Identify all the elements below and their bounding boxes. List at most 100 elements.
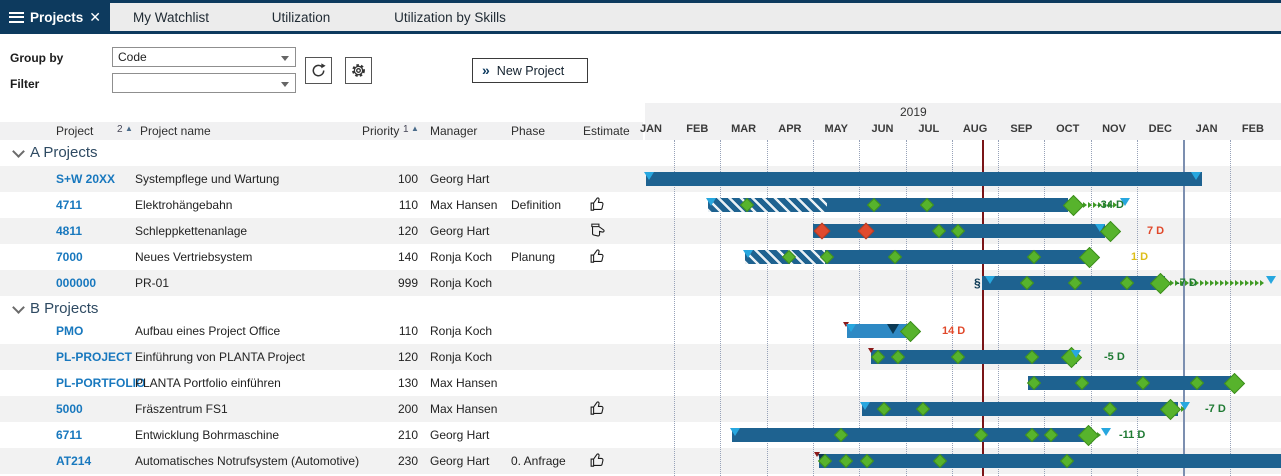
group-label[interactable]: B Projects xyxy=(30,300,98,317)
milestone-diamond-green[interactable] xyxy=(1027,250,1041,264)
milestone-diamond-green[interactable] xyxy=(1068,276,1082,290)
milestone-diamond-green[interactable] xyxy=(1060,454,1074,468)
date-marker-triangle xyxy=(860,402,870,410)
milestone-diamond-green[interactable] xyxy=(820,250,834,264)
tab-utilization[interactable]: Utilization xyxy=(248,3,354,31)
milestone-diamond-green[interactable] xyxy=(920,198,934,212)
milestone-diamond-green[interactable] xyxy=(899,320,920,341)
gantt-bar[interactable] xyxy=(862,402,1178,416)
project-code-link[interactable]: 4811 xyxy=(56,224,82,238)
project-code-link[interactable]: AT214 xyxy=(56,454,91,468)
milestone-diamond-green[interactable] xyxy=(1027,376,1041,390)
project-code-link[interactable]: PL-PORTFOLIO xyxy=(56,376,145,390)
menu-icon[interactable] xyxy=(9,12,24,23)
milestone-diamond-green[interactable] xyxy=(839,454,853,468)
milestone-diamond-green[interactable] xyxy=(1062,194,1083,215)
project-code-link[interactable]: PL-PROJECT xyxy=(56,350,132,364)
milestone-diamond-red[interactable] xyxy=(814,223,831,240)
thumbs-up-icon[interactable] xyxy=(589,400,606,422)
project-code-link[interactable]: 4711 xyxy=(56,198,82,212)
milestone-diamond-green[interactable] xyxy=(932,224,946,238)
milestone-diamond-green[interactable] xyxy=(1223,372,1244,393)
milestone-diamond-green[interactable] xyxy=(951,224,965,238)
thumbs-up-icon[interactable] xyxy=(589,452,606,474)
thumbs-up-icon[interactable] xyxy=(589,196,606,218)
col-estimate[interactable]: Estimate xyxy=(583,124,630,138)
milestone-diamond-green[interactable] xyxy=(834,428,848,442)
gantt-bar[interactable] xyxy=(871,350,1077,364)
col-project-name[interactable]: Project name xyxy=(140,124,211,138)
project-code-link[interactable]: 6711 xyxy=(56,428,82,442)
milestone-diamond-green[interactable] xyxy=(1075,376,1089,390)
date-marker-triangle xyxy=(1266,276,1276,284)
milestone-diamond-green[interactable] xyxy=(1159,398,1180,419)
col-manager[interactable]: Manager xyxy=(430,124,477,138)
tab-my-watchlist[interactable]: My Watchlist xyxy=(118,3,224,31)
tab-projects[interactable]: Projects ✕ xyxy=(0,0,110,34)
project-code-link[interactable]: 5000 xyxy=(56,402,83,416)
milestone-diamond-green[interactable] xyxy=(1025,428,1039,442)
col-project[interactable]: Project xyxy=(56,124,93,138)
thumbs-up-icon[interactable] xyxy=(589,248,606,270)
group-by-select[interactable]: Code xyxy=(112,47,296,67)
gantt-bar[interactable] xyxy=(982,276,1165,290)
milestone-diamond-green[interactable] xyxy=(871,350,885,364)
milestone-diamond-green[interactable] xyxy=(818,454,832,468)
col-priority[interactable]: Priority xyxy=(362,124,399,138)
project-code-link[interactable]: 000000 xyxy=(56,276,96,290)
project-code-link[interactable]: 7000 xyxy=(56,250,83,264)
milestone-diamond-green[interactable] xyxy=(1077,424,1098,445)
gantt-bar[interactable] xyxy=(745,250,1092,264)
manager-name: Georg Hart xyxy=(430,172,489,186)
milestone-diamond-green[interactable] xyxy=(891,350,905,364)
milestone-diamond-red[interactable] xyxy=(858,223,875,240)
milestone-diamond-green[interactable] xyxy=(1136,376,1150,390)
milestone-diamond-green[interactable] xyxy=(951,350,965,364)
refresh-button[interactable] xyxy=(305,57,332,84)
milestone-diamond-green[interactable] xyxy=(860,454,874,468)
milestone-diamond-green[interactable] xyxy=(916,402,930,416)
milestone-diamond-green[interactable] xyxy=(867,198,881,212)
milestone-diamond-green[interactable] xyxy=(1099,220,1120,241)
chevron-down-icon[interactable] xyxy=(12,301,25,314)
milestone-diamond-green[interactable] xyxy=(1103,402,1117,416)
milestone-diamond-green[interactable] xyxy=(1078,246,1099,267)
milestone-diamond-green[interactable] xyxy=(782,250,796,264)
sort-asc-icon: ▲ xyxy=(411,124,419,133)
milestone-diamond-green[interactable] xyxy=(933,454,947,468)
filter-select[interactable] xyxy=(112,73,296,93)
milestone-diamond-green[interactable] xyxy=(1020,276,1034,290)
manager-name: Max Hansen xyxy=(430,198,497,212)
milestone-diamond-green[interactable] xyxy=(1044,428,1058,442)
milestone-diamond-green[interactable] xyxy=(1149,272,1170,293)
thumbs-side-icon[interactable] xyxy=(589,222,606,244)
close-icon[interactable]: ✕ xyxy=(89,10,101,24)
filter-label: Filter xyxy=(10,77,39,91)
col-phase[interactable]: Phase xyxy=(511,124,545,138)
milestone-diamond-green[interactable] xyxy=(888,250,902,264)
milestone-diamond-green[interactable] xyxy=(740,198,754,212)
gantt-bar[interactable] xyxy=(708,198,1068,212)
milestone-diamond-green[interactable] xyxy=(877,402,891,416)
milestone-diamond-green[interactable] xyxy=(1190,376,1204,390)
settings-button[interactable] xyxy=(345,57,372,84)
milestone-diamond-green[interactable] xyxy=(974,428,988,442)
chevron-down-icon[interactable] xyxy=(12,145,25,158)
phase-value: Planung xyxy=(511,250,555,264)
tab-utilization-by-skills[interactable]: Utilization by Skills xyxy=(380,3,520,31)
gantt-bar[interactable] xyxy=(813,224,1105,238)
date-marker-triangle xyxy=(846,324,856,332)
gantt-bar[interactable] xyxy=(732,428,1092,442)
milestone-diamond-green[interactable] xyxy=(1060,346,1081,367)
sort-order-priority: 1 xyxy=(403,124,409,135)
project-code-link[interactable]: PMO xyxy=(56,324,83,338)
gantt-bar[interactable] xyxy=(1028,376,1238,390)
project-code-link[interactable]: S+W 20XX xyxy=(56,172,115,186)
milestone-diamond-green[interactable] xyxy=(1120,276,1134,290)
gantt-bar[interactable] xyxy=(847,324,911,338)
group-label[interactable]: A Projects xyxy=(30,144,98,161)
new-project-button[interactable]: » New Project xyxy=(472,58,588,83)
gantt-bar[interactable] xyxy=(646,172,1202,186)
gantt-bar[interactable] xyxy=(819,454,1281,468)
milestone-diamond-green[interactable] xyxy=(1025,350,1039,364)
